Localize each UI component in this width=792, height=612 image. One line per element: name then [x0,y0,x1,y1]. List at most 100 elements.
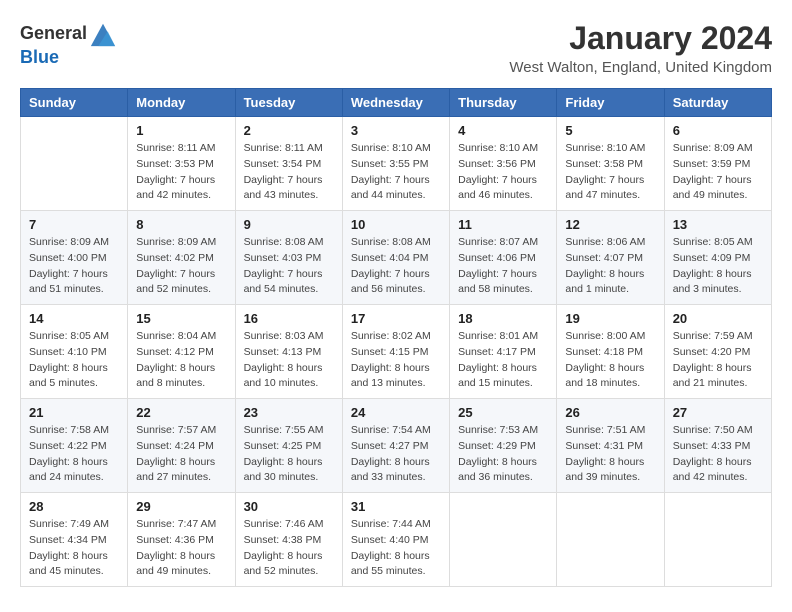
day-number: 18 [458,311,548,326]
day-number: 13 [673,217,763,232]
day-detail: Sunrise: 8:08 AMSunset: 4:04 PMDaylight:… [351,235,441,298]
day-number: 4 [458,123,548,138]
day-detail: Sunrise: 8:00 AMSunset: 4:18 PMDaylight:… [565,329,655,392]
calendar-cell [557,493,664,587]
main-title: January 2024 [509,20,772,57]
day-number: 19 [565,311,655,326]
calendar-week-row: 7Sunrise: 8:09 AMSunset: 4:00 PMDaylight… [21,211,772,305]
calendar-cell: 22 Sunrise: 7:57 AMSunset: 4:24 PMDayligh… [128,399,235,493]
calendar-cell: 9Sunrise: 8:08 AMSunset: 4:03 PMDaylight… [235,211,342,305]
calendar-cell: 8 Sunrise: 8:09 AMSunset: 4:02 PMDaylight… [128,211,235,305]
day-number: 31 [351,499,441,514]
day-number: 21 [29,405,119,420]
day-detail: Sunrise: 8:10 AMSunset: 3:55 PMDaylight:… [351,141,441,204]
header-day: Monday [128,89,235,117]
calendar-week-row: 21 Sunrise: 7:58 AMSunset: 4:22 PMDayligh… [21,399,772,493]
logo-icon [89,20,117,48]
calendar-cell: 13Sunrise: 8:05 AMSunset: 4:09 PMDayligh… [664,211,771,305]
logo: General Blue [20,20,117,68]
day-detail: Sunrise: 7:57 AMSunset: 4:24 PMDaylight:… [136,423,226,486]
day-detail: Sunrise: 8:11 AMSunset: 3:54 PMDaylight:… [244,141,334,204]
day-detail: Sunrise: 7:59 AMSunset: 4:20 PMDaylight:… [673,329,763,392]
day-detail: Sunrise: 8:10 AMSunset: 3:58 PMDaylight:… [565,141,655,204]
calendar-cell: 26Sunrise: 7:51 AMSunset: 4:31 PMDayligh… [557,399,664,493]
day-detail: Sunrise: 7:46 AMSunset: 4:38 PMDaylight:… [244,517,334,580]
day-detail: Sunrise: 8:07 AMSunset: 4:06 PMDaylight:… [458,235,548,298]
day-number: 24 [351,405,441,420]
day-number: 27 [673,405,763,420]
calendar-cell: 3 Sunrise: 8:10 AMSunset: 3:55 PMDaylight… [342,117,449,211]
calendar-cell: 4 Sunrise: 8:10 AMSunset: 3:56 PMDaylight… [450,117,557,211]
day-number: 17 [351,311,441,326]
header-day: Friday [557,89,664,117]
header: General Blue January 2024 West Walton, E… [20,20,772,76]
day-number: 23 [244,405,334,420]
logo-blue: Blue [20,47,59,67]
calendar-cell: 28 Sunrise: 7:49 AMSunset: 4:34 PMDayligh… [21,493,128,587]
calendar-table: SundayMondayTuesdayWednesdayThursdayFrid… [20,88,772,587]
calendar-cell: 1 Sunrise: 8:11 AMSunset: 3:53 PMDaylight… [128,117,235,211]
calendar-cell [450,493,557,587]
day-number: 16 [244,311,334,326]
day-number: 9 [244,217,334,232]
calendar-cell: 18 Sunrise: 8:01 AMSunset: 4:17 PMDayligh… [450,305,557,399]
calendar-cell: 16 Sunrise: 8:03 AMSunset: 4:13 PMDayligh… [235,305,342,399]
day-number: 6 [673,123,763,138]
day-detail: Sunrise: 8:06 AMSunset: 4:07 PMDaylight:… [565,235,655,298]
header-day: Tuesday [235,89,342,117]
logo-general: General [20,24,87,44]
calendar-cell: 12 Sunrise: 8:06 AMSunset: 4:07 PMDayligh… [557,211,664,305]
day-number: 26 [565,405,655,420]
day-detail: Sunrise: 7:55 AMSunset: 4:25 PMDaylight:… [244,423,334,486]
header-day: Saturday [664,89,771,117]
calendar-cell: 17Sunrise: 8:02 AMSunset: 4:15 PMDayligh… [342,305,449,399]
day-number: 30 [244,499,334,514]
day-number: 8 [136,217,226,232]
subtitle: West Walton, England, United Kingdom [509,59,772,76]
header-day: Thursday [450,89,557,117]
calendar-cell: 21 Sunrise: 7:58 AMSunset: 4:22 PMDayligh… [21,399,128,493]
day-number: 20 [673,311,763,326]
logo-text: General Blue [20,20,117,68]
calendar-week-row: 28 Sunrise: 7:49 AMSunset: 4:34 PMDayligh… [21,493,772,587]
calendar-cell: 14Sunrise: 8:05 AMSunset: 4:10 PMDayligh… [21,305,128,399]
header-row: SundayMondayTuesdayWednesdayThursdayFrid… [21,89,772,117]
day-number: 1 [136,123,226,138]
calendar-cell: 29Sunrise: 7:47 AMSunset: 4:36 PMDayligh… [128,493,235,587]
calendar-week-row: 14Sunrise: 8:05 AMSunset: 4:10 PMDayligh… [21,305,772,399]
day-detail: Sunrise: 8:05 AMSunset: 4:10 PMDaylight:… [29,329,119,392]
day-detail: Sunrise: 8:03 AMSunset: 4:13 PMDaylight:… [244,329,334,392]
day-detail: Sunrise: 7:47 AMSunset: 4:36 PMDaylight:… [136,517,226,580]
day-number: 22 [136,405,226,420]
calendar-cell [21,117,128,211]
calendar-cell: 2 Sunrise: 8:11 AMSunset: 3:54 PMDaylight… [235,117,342,211]
calendar-cell: 20 Sunrise: 7:59 AMSunset: 4:20 PMDayligh… [664,305,771,399]
calendar-cell: 25Sunrise: 7:53 AMSunset: 4:29 PMDayligh… [450,399,557,493]
header-day: Wednesday [342,89,449,117]
day-detail: Sunrise: 8:10 AMSunset: 3:56 PMDaylight:… [458,141,548,204]
day-detail: Sunrise: 8:11 AMSunset: 3:53 PMDaylight:… [136,141,226,204]
day-number: 2 [244,123,334,138]
day-number: 28 [29,499,119,514]
header-day: Sunday [21,89,128,117]
calendar-cell: 31Sunrise: 7:44 AMSunset: 4:40 PMDayligh… [342,493,449,587]
day-number: 12 [565,217,655,232]
day-number: 7 [29,217,119,232]
calendar-cell: 15 Sunrise: 8:04 AMSunset: 4:12 PMDayligh… [128,305,235,399]
day-number: 15 [136,311,226,326]
day-number: 25 [458,405,548,420]
calendar-cell: 27 Sunrise: 7:50 AMSunset: 4:33 PMDayligh… [664,399,771,493]
calendar-cell: 30 Sunrise: 7:46 AMSunset: 4:38 PMDayligh… [235,493,342,587]
day-detail: Sunrise: 8:09 AMSunset: 3:59 PMDaylight:… [673,141,763,204]
day-detail: Sunrise: 7:50 AMSunset: 4:33 PMDaylight:… [673,423,763,486]
day-number: 5 [565,123,655,138]
day-detail: Sunrise: 7:58 AMSunset: 4:22 PMDaylight:… [29,423,119,486]
day-detail: Sunrise: 7:49 AMSunset: 4:34 PMDaylight:… [29,517,119,580]
day-number: 3 [351,123,441,138]
day-detail: Sunrise: 8:04 AMSunset: 4:12 PMDaylight:… [136,329,226,392]
day-detail: Sunrise: 8:09 AMSunset: 4:02 PMDaylight:… [136,235,226,298]
day-detail: Sunrise: 7:54 AMSunset: 4:27 PMDaylight:… [351,423,441,486]
calendar-cell: 23 Sunrise: 7:55 AMSunset: 4:25 PMDayligh… [235,399,342,493]
day-detail: Sunrise: 8:01 AMSunset: 4:17 PMDaylight:… [458,329,548,392]
calendar-week-row: 1 Sunrise: 8:11 AMSunset: 3:53 PMDaylight… [21,117,772,211]
